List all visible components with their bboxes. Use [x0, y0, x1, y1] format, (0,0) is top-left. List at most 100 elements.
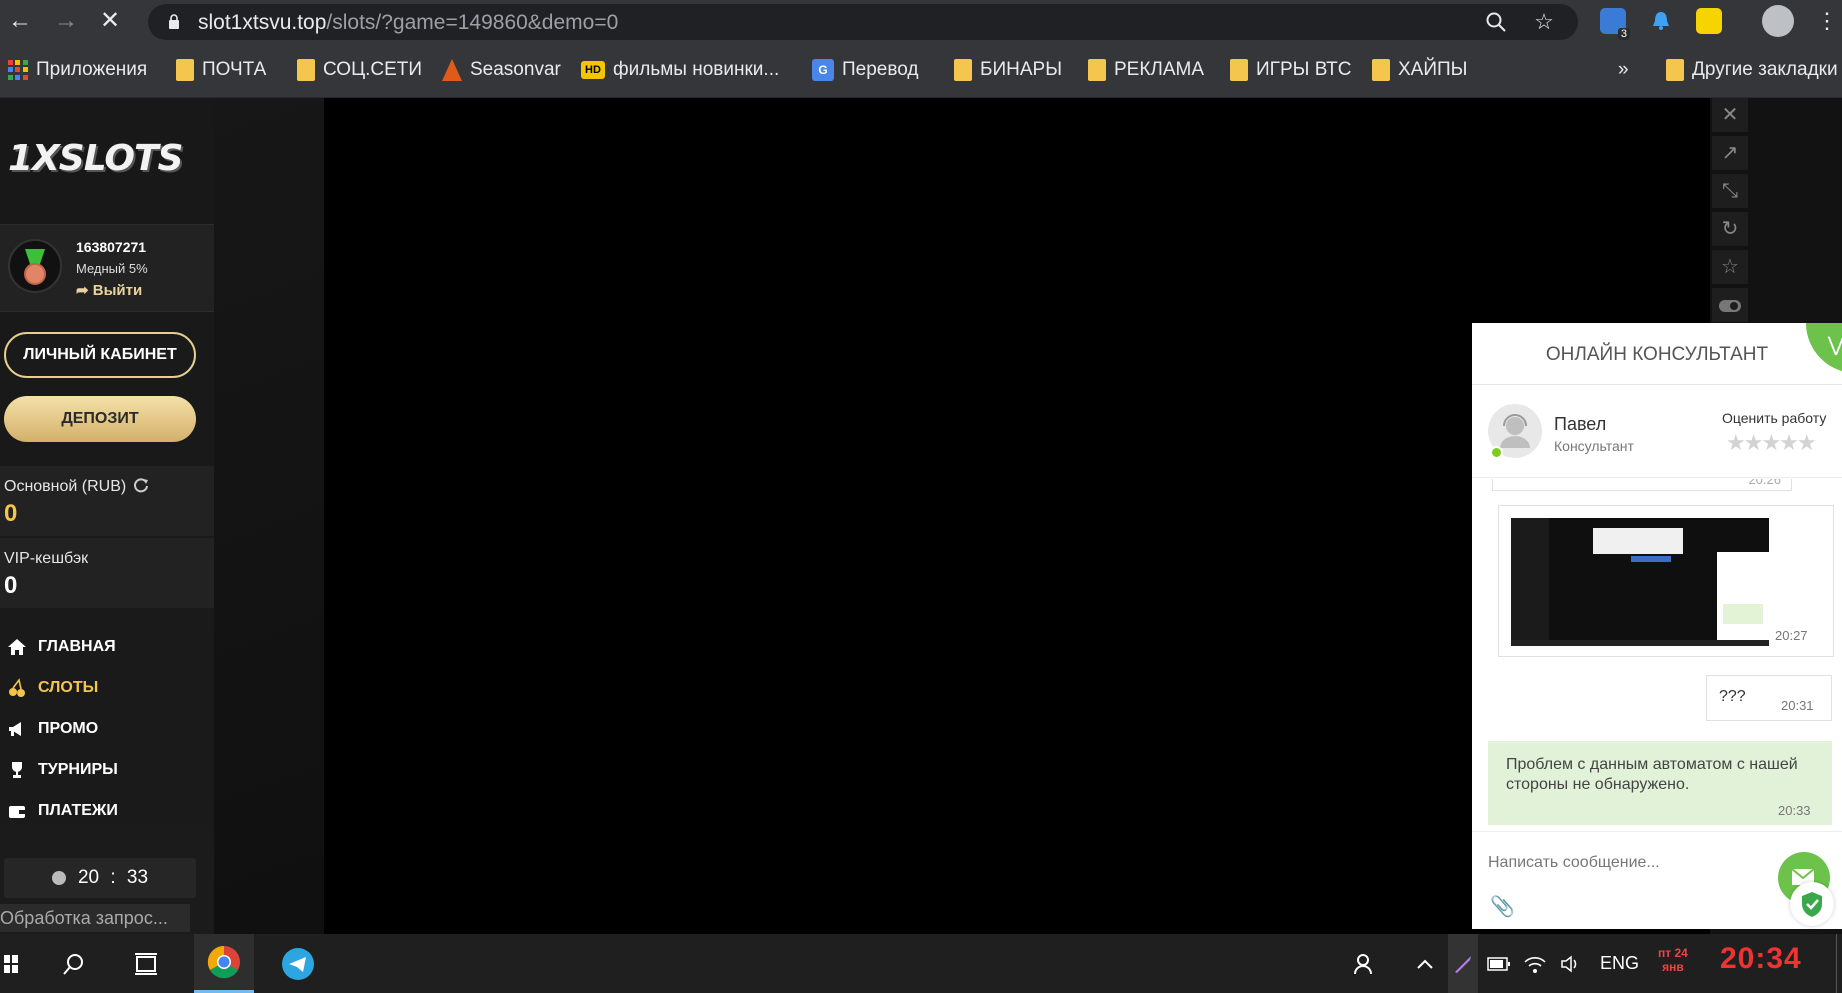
folder-icon: [954, 59, 972, 81]
personal-cabinet-button[interactable]: ЛИЧНЫЙ КАБИНЕТ: [4, 332, 196, 378]
stop-loading-icon[interactable]: ✕: [96, 7, 124, 35]
screenshot-thumbnail[interactable]: [1511, 518, 1769, 646]
payeer-extension-icon[interactable]: [1696, 8, 1722, 34]
apps-grid-icon: [8, 60, 28, 80]
url-path: /slots/?game=149860&demo=0: [326, 11, 619, 34]
refresh-icon[interactable]: [132, 476, 150, 494]
windows-taskbar: ENG пт 24 янв 20:34: [0, 934, 1842, 993]
nav-label: ПРОМО: [38, 720, 99, 737]
message-time: 20:26: [1748, 479, 1781, 487]
bookmark-label: ИГРЫ ВТС: [1256, 59, 1352, 80]
battery-icon[interactable]: [1484, 934, 1514, 993]
back-arrow-icon[interactable]: ←: [6, 7, 34, 35]
message-input[interactable]: [1486, 848, 1756, 878]
bookmark-seasonvar[interactable]: Seasonvar: [442, 56, 561, 84]
nav-promo[interactable]: ПРОМО: [6, 714, 98, 744]
fullscreen-icon[interactable]: ⤡: [1712, 174, 1748, 208]
windows-start-icon[interactable]: [0, 934, 22, 993]
task-view-icon[interactable]: [118, 934, 174, 993]
nav-home[interactable]: ГЛАВНАЯ: [6, 632, 116, 662]
url-host: slot1xtsvu.top: [198, 11, 327, 34]
bell-extension-icon[interactable]: [1648, 8, 1674, 34]
pen-tray-icon[interactable]: [1448, 934, 1478, 993]
deposit-button[interactable]: ДЕПОЗИТ: [4, 396, 196, 442]
balance-main-label: Основной (RUB): [4, 478, 127, 495]
telegram-taskbar-icon[interactable]: [270, 934, 326, 993]
bookmark-label: Перевод: [842, 59, 919, 80]
search-icon[interactable]: [46, 934, 102, 993]
lock-icon: [169, 14, 179, 29]
bookmark-label: Приложения: [36, 59, 148, 80]
clock-minutes: 33: [126, 867, 149, 888]
nav-payments[interactable]: ПЛАТЕЖИ: [6, 796, 118, 826]
chevron-more-icon: »: [1618, 59, 1629, 80]
bookmark-binary[interactable]: БИНАРЫ: [954, 56, 1062, 84]
people-icon[interactable]: [1344, 934, 1384, 993]
nav-label: СЛОТЫ: [38, 679, 99, 696]
site-logo[interactable]: 1XSLOTS: [8, 138, 183, 179]
medal-icon: [8, 239, 62, 293]
balance-main-value: 0: [4, 500, 18, 527]
zoom-magnifier-icon[interactable]: [1484, 10, 1508, 34]
balance-main: Основной (RUB) 0: [0, 466, 214, 536]
folder-icon: [1230, 59, 1248, 81]
nav-slots[interactable]: СЛОТЫ: [6, 673, 98, 703]
chat-messages: 20:26 20:27 ??? 20:31 Проблем с данным а…: [1472, 479, 1842, 829]
tray-chevron-up-icon[interactable]: [1410, 934, 1440, 993]
volume-icon[interactable]: [1556, 934, 1586, 993]
bookmark-socseti[interactable]: СОЦ.СЕТИ: [297, 56, 422, 84]
bookmarks-more-button[interactable]: »: [1618, 56, 1629, 84]
image-message[interactable]: 20:27: [1498, 505, 1834, 657]
wifi-icon[interactable]: [1520, 934, 1550, 993]
attach-paperclip-icon[interactable]: 📎: [1490, 894, 1515, 919]
message-time: 20:33: [1778, 803, 1811, 818]
message-time: 20:31: [1781, 698, 1814, 713]
bookmark-label: ХАЙПЫ: [1398, 59, 1468, 80]
extension-badge-icon[interactable]: 3: [1600, 8, 1630, 40]
rating-stars[interactable]: ★★★★★: [1726, 430, 1817, 456]
bookmark-pochta[interactable]: ПОЧТА: [176, 56, 266, 84]
browser-menu-icon[interactable]: ⋮: [1816, 8, 1838, 34]
bookmark-reklama[interactable]: РЕКЛАМА: [1088, 56, 1204, 84]
nav-label: ГЛАВНАЯ: [38, 638, 116, 655]
nav-tournaments[interactable]: ТУРНИРЫ: [6, 755, 118, 785]
wallet-icon: [6, 800, 28, 822]
tray-clock[interactable]: 20:34: [1720, 942, 1802, 976]
bookmark-star-icon[interactable]: ☆: [1532, 10, 1556, 34]
profile-avatar-icon[interactable]: [1762, 5, 1794, 37]
user-info: 163807271 Медный 5% ➦ Выйти: [0, 224, 214, 312]
game-toolbar: ✕ ↗ ⤡ ↻ ☆: [1712, 98, 1752, 323]
favorite-star-icon[interactable]: ☆: [1712, 250, 1748, 284]
bookmark-other[interactable]: Другие закладки: [1666, 56, 1838, 84]
balance-vip: VIP-кешбэк 0: [0, 538, 214, 608]
bookmark-films[interactable]: HD фильмы новинки...: [581, 56, 779, 84]
share-icon[interactable]: ↗: [1712, 136, 1748, 170]
agent-message: Проблем с данным автоматом с нашей сторо…: [1488, 741, 1832, 825]
close-icon[interactable]: ✕: [1712, 98, 1748, 132]
bookmark-apps[interactable]: Приложения: [8, 56, 147, 84]
tray-date-month: янв: [1662, 960, 1684, 974]
language-indicator[interactable]: ENG: [1600, 934, 1639, 993]
bookmark-label: Другие закладки: [1692, 59, 1838, 80]
trophy-icon: [6, 759, 28, 781]
bookmark-hyips[interactable]: ХАЙПЫ: [1372, 56, 1467, 84]
bookmark-translate[interactable]: G Перевод: [812, 56, 918, 84]
online-chat-widget: ОНЛАЙН КОНСУЛЬТАНТ ⋁ Павел Консультант О…: [1472, 323, 1842, 929]
show-desktop-button[interactable]: [1836, 934, 1842, 993]
bookmark-games[interactable]: ИГРЫ ВТС: [1230, 56, 1351, 84]
reload-icon[interactable]: ↻: [1712, 212, 1748, 246]
bookmark-label: ПОЧТА: [202, 59, 267, 80]
chrome-taskbar-icon[interactable]: [194, 934, 254, 993]
toggle-icon[interactable]: [1712, 288, 1748, 322]
logout-link[interactable]: ➦ Выйти: [76, 281, 142, 299]
forward-arrow-icon[interactable]: →: [52, 7, 80, 35]
online-status-dot: [1490, 446, 1503, 459]
address-bar[interactable]: slot1xtsvu.top/slots/?game=149860&demo=0…: [148, 4, 1578, 40]
user-id: 163807271: [76, 239, 147, 255]
rate-label: Оценить работу: [1722, 410, 1827, 426]
clock-icon: [51, 870, 66, 885]
tray-date[interactable]: пт 24 янв: [1658, 946, 1688, 974]
bookmark-label: фильмы новинки...: [613, 59, 780, 80]
fox-icon: [442, 59, 462, 81]
agent-avatar: [1488, 404, 1542, 459]
